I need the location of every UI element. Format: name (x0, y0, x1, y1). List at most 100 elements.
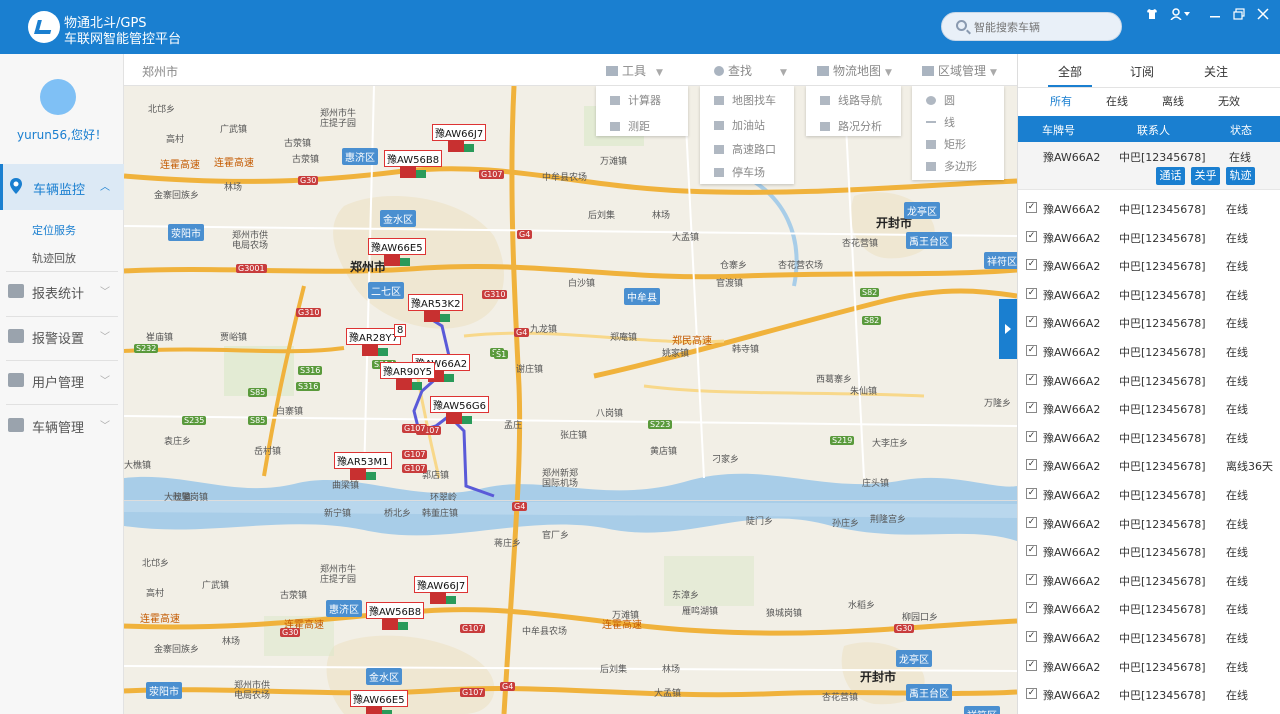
row-checkbox[interactable]: ✓ (1026, 316, 1037, 328)
avatar[interactable] (40, 79, 76, 115)
table-row[interactable]: ✓ 豫AW66A2 中巴[12345678] 在线 (1018, 594, 1280, 622)
truck-marker-icon[interactable] (424, 310, 440, 322)
table-row[interactable]: ✓ 豫AW66A2 中巴[12345678] 在线 (1018, 480, 1280, 508)
row-checkbox[interactable]: ✓ (1026, 230, 1037, 242)
menu-item-rectangle[interactable]: 矩形 (926, 136, 966, 152)
sidebar-item-alarm[interactable]: 报警设置 ﹀ (0, 316, 124, 356)
row-checkbox[interactable]: ✓ (1026, 516, 1037, 528)
vehicle-plate-label[interactable]: 豫AW56G6 (430, 396, 490, 413)
table-row[interactable]: ✓ 豫AW66A2 中巴[12345678] 在线 (1018, 308, 1280, 336)
table-row[interactable]: ✓ 豫AW66A2 中巴[12345678] 离线36天 (1018, 451, 1280, 479)
vehicle-plate-label[interactable]: 豫AW66E5 (350, 690, 408, 707)
vehicle-plate-label[interactable]: 豫AW56B8 (384, 150, 443, 167)
table-row[interactable]: ✓ 豫AW66A2 中巴[12345678] 在线 (1018, 251, 1280, 279)
filter-online[interactable]: 在线 (1106, 93, 1128, 109)
truck-marker-icon[interactable] (448, 140, 464, 152)
menu-item-measure[interactable]: 测距 (610, 118, 650, 134)
sidebar-item-report[interactable]: 报表统计 ﹀ (0, 271, 124, 311)
row-checkbox[interactable]: ✓ (1026, 287, 1037, 299)
row-checkbox[interactable]: ✓ (1026, 602, 1037, 614)
vehicle-plate-label[interactable]: 豫AR28Y7 (346, 328, 401, 345)
vehicle-plate-label[interactable]: 豫AR53K2 (408, 294, 464, 311)
maximize-icon[interactable] (1233, 8, 1245, 23)
vehicle-search[interactable] (941, 12, 1122, 41)
follow-button[interactable]: 关乎 (1191, 167, 1220, 185)
tool-menu-logistics-map[interactable]: 物流地图 ▼ (817, 62, 892, 79)
menu-item-traffic[interactable]: 路况分析 (820, 118, 882, 134)
truck-marker-icon[interactable] (382, 618, 398, 630)
table-row[interactable]: ✓ 豫AW66A2 中巴[12345678] 在线 (1018, 680, 1280, 708)
menu-item-circle[interactable]: 圆 (926, 92, 955, 108)
table-row[interactable]: ✓ 豫AW66A2 中巴[12345678] 在线 (1018, 509, 1280, 537)
menu-item-highway-exit[interactable]: 高速路口 (714, 141, 776, 157)
filter-offline[interactable]: 离线 (1162, 93, 1184, 109)
filter-invalid[interactable]: 无效 (1218, 93, 1240, 109)
menu-item-parking[interactable]: 停车场 (714, 164, 765, 180)
map-canvas[interactable]: 北邙乡 广武镇 郑州市牛 庄提子园 高村 古荥镇 惠济区 古荥镇 连霍高速 连霍高速 金寨回族乡 林场… (124, 86, 1017, 714)
table-row[interactable]: ✓ 豫AW66A2 中巴[12345678] 在线 (1018, 623, 1280, 651)
row-checkbox[interactable]: ✓ (1026, 659, 1037, 671)
vehicle-plate-label[interactable]: 豫AW66J7 (432, 124, 487, 141)
row-checkbox[interactable]: ✓ (1026, 459, 1037, 471)
panel-collapse-button[interactable] (999, 299, 1017, 359)
vehicle-plate-label[interactable]: 豫AW56B8 (366, 602, 425, 619)
vehicle-plate-label[interactable]: 豫AW66J7 (414, 576, 469, 593)
call-button[interactable]: 通话 (1156, 167, 1185, 185)
tool-menu-find[interactable]: 查找 ▼ (714, 62, 787, 79)
menu-item-gas-station[interactable]: 加油站 (714, 117, 765, 133)
table-row[interactable]: ✓ 豫AW66A2 中巴[12345678] 在线 (1018, 280, 1280, 308)
row-checkbox[interactable]: ✓ (1026, 373, 1037, 385)
table-row[interactable]: ✓ 豫AW66A2 中巴[12345678] 在线 (1018, 223, 1280, 251)
truck-marker-icon[interactable] (396, 378, 412, 390)
sidebar-item-vehicle-manage[interactable]: 车辆管理 ﹀ (0, 405, 124, 445)
tab-followed[interactable]: 关注 (1204, 63, 1228, 80)
row-checkbox[interactable]: ✓ (1026, 430, 1037, 442)
vehicle-plate-label[interactable]: 豫AR90Y5 (380, 362, 435, 379)
minimize-icon[interactable] (1209, 8, 1221, 23)
row-checkbox[interactable]: ✓ (1026, 573, 1037, 585)
table-row[interactable]: ✓ 豫AW66A2 中巴[12345678] 在线 (1018, 366, 1280, 394)
close-icon[interactable] (1257, 8, 1269, 23)
menu-item-polygon[interactable]: 多边形 (926, 158, 977, 174)
table-row[interactable]: ✓ 豫AW66A2 中巴[12345678] 在线 (1018, 394, 1280, 422)
truck-marker-icon[interactable] (366, 706, 382, 714)
menu-item-route-nav[interactable]: 线路导航 (820, 92, 882, 108)
row-checkbox[interactable]: ✓ (1026, 345, 1037, 356)
menu-item-calculator[interactable]: 计算器 (610, 92, 661, 108)
tab-subscribed[interactable]: 订阅 (1130, 63, 1154, 80)
tool-menu-tools[interactable]: 工具 ▼ (606, 62, 663, 79)
row-checkbox[interactable]: ✓ (1026, 631, 1037, 642)
filter-all[interactable]: 所有 (1050, 93, 1072, 109)
vehicle-plate-label[interactable]: 豫AW66E5 (368, 238, 426, 255)
row-checkbox[interactable]: ✓ (1026, 688, 1037, 700)
vehicle-search-input[interactable] (974, 18, 1114, 36)
table-row[interactable]: ✓ 豫AW66A2 中巴[12345678] 在线 (1018, 537, 1280, 565)
tab-all[interactable]: 全部 (1058, 63, 1082, 80)
track-button[interactable]: 轨迹 (1226, 167, 1255, 185)
table-row[interactable]: ✓ 豫AW66A2 中巴[12345678] 在线 (1018, 194, 1280, 222)
vehicle-plate-label[interactable]: 豫AR53M1 (334, 452, 392, 469)
menu-item-line[interactable]: 线 (926, 114, 955, 130)
row-checkbox[interactable]: ✓ (1026, 402, 1037, 414)
row-checkbox[interactable]: ✓ (1026, 545, 1037, 557)
truck-marker-icon[interactable] (430, 592, 446, 604)
truck-marker-icon[interactable] (362, 344, 378, 356)
truck-marker-icon[interactable] (446, 412, 462, 424)
sidebar-item-user-manage[interactable]: 用户管理 ﹀ (0, 360, 124, 400)
truck-marker-icon[interactable] (384, 254, 400, 266)
current-city[interactable]: 郑州市 (142, 63, 178, 80)
shirt-icon[interactable] (1146, 8, 1158, 23)
submenu-location-service[interactable]: 定位服务 (32, 222, 76, 238)
row-checkbox[interactable]: ✓ (1026, 488, 1037, 499)
menu-item-find-car[interactable]: 地图找车 (714, 92, 776, 108)
row-checkbox[interactable]: ✓ (1026, 202, 1037, 213)
row-checkbox[interactable]: ✓ (1026, 259, 1037, 271)
sidebar-item-vehicle-monitor[interactable]: 车辆监控 ︿ (0, 164, 124, 210)
user-icon[interactable] (1170, 8, 1192, 23)
table-row[interactable]: ✓ 豫AW66A2 中巴[12345678] 在线 (1018, 337, 1280, 365)
submenu-track-playback[interactable]: 轨迹回放 (32, 250, 76, 266)
table-row[interactable]: ✓ 豫AW66A2 中巴[12345678] 在线 (1018, 423, 1280, 451)
table-row[interactable]: ✓ 豫AW66A2 中巴[12345678] 在线 (1018, 652, 1280, 680)
table-row[interactable]: ✓ 豫AW66A2 中巴[12345678] 在线 (1018, 566, 1280, 594)
truck-marker-icon[interactable] (350, 468, 366, 480)
